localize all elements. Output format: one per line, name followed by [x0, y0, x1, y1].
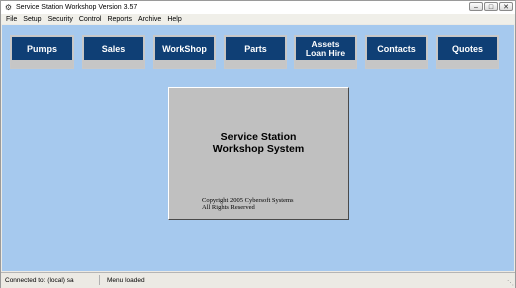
maximize-button[interactable]: □: [484, 2, 498, 11]
menu-control[interactable]: Control: [76, 16, 105, 23]
splash-title-line1: Service Station: [220, 131, 297, 143]
status-message: Menu loaded: [107, 277, 145, 284]
title-bar[interactable]: ⚙ Service Station Workshop Version 3.57 …: [1, 1, 515, 14]
app-window: ⚙ Service Station Workshop Version 3.57 …: [0, 0, 516, 288]
menu-archive[interactable]: Archive: [135, 16, 164, 23]
sales-button[interactable]: Sales: [82, 35, 145, 69]
menu-bar: File Setup Security Control Reports Arch…: [1, 14, 515, 24]
workshop-button-label: WorkShop: [155, 37, 214, 60]
status-connection: Connected to: (local) sa: [5, 277, 74, 284]
workshop-button[interactable]: WorkShop: [153, 35, 216, 69]
quotes-button[interactable]: Quotes: [436, 35, 499, 69]
main-workspace: Pumps Sales WorkShop Parts Assets Loan H…: [2, 25, 514, 271]
contacts-button[interactable]: Contacts: [365, 35, 428, 69]
parts-button-label: Parts: [226, 37, 285, 60]
splash-title-line2: Workshop System: [212, 143, 305, 155]
resize-grip-icon[interactable]: ⋱: [507, 279, 514, 287]
splash-panel: Service Station Workshop System Copyrigh…: [168, 87, 349, 220]
minimize-button[interactable]: –: [469, 2, 483, 11]
window-title: Service Station Workshop Version 3.57: [16, 4, 138, 11]
app-icon: ⚙: [4, 3, 13, 12]
menu-help[interactable]: Help: [164, 16, 184, 23]
status-divider: [99, 275, 100, 285]
assets-loan-hire-button-label: Assets Loan Hire: [296, 37, 355, 60]
copyright-notice: Copyright 2005 Cybersoft Systems All Rig…: [202, 197, 294, 211]
copyright-line1: Copyright 2005 Cybersoft Systems: [202, 197, 294, 204]
window-controls: – □ ✕: [469, 2, 513, 11]
menu-reports[interactable]: Reports: [104, 16, 135, 23]
menu-setup[interactable]: Setup: [20, 16, 44, 23]
contacts-button-label: Contacts: [367, 37, 426, 60]
copyright-line2: All Rights Reserved: [202, 204, 255, 211]
splash-title: Service Station Workshop System: [169, 131, 348, 155]
assets-loan-hire-button[interactable]: Assets Loan Hire: [294, 35, 357, 69]
close-button[interactable]: ✕: [499, 2, 513, 11]
quotes-button-label: Quotes: [438, 37, 497, 60]
status-bar: Connected to: (local) sa Menu loaded ⋱: [1, 272, 515, 288]
parts-button[interactable]: Parts: [224, 35, 287, 69]
pumps-button[interactable]: Pumps: [10, 35, 74, 69]
sales-button-label: Sales: [84, 37, 143, 60]
menu-file[interactable]: File: [1, 16, 20, 23]
menu-security[interactable]: Security: [45, 16, 76, 23]
pumps-button-label: Pumps: [12, 37, 72, 60]
